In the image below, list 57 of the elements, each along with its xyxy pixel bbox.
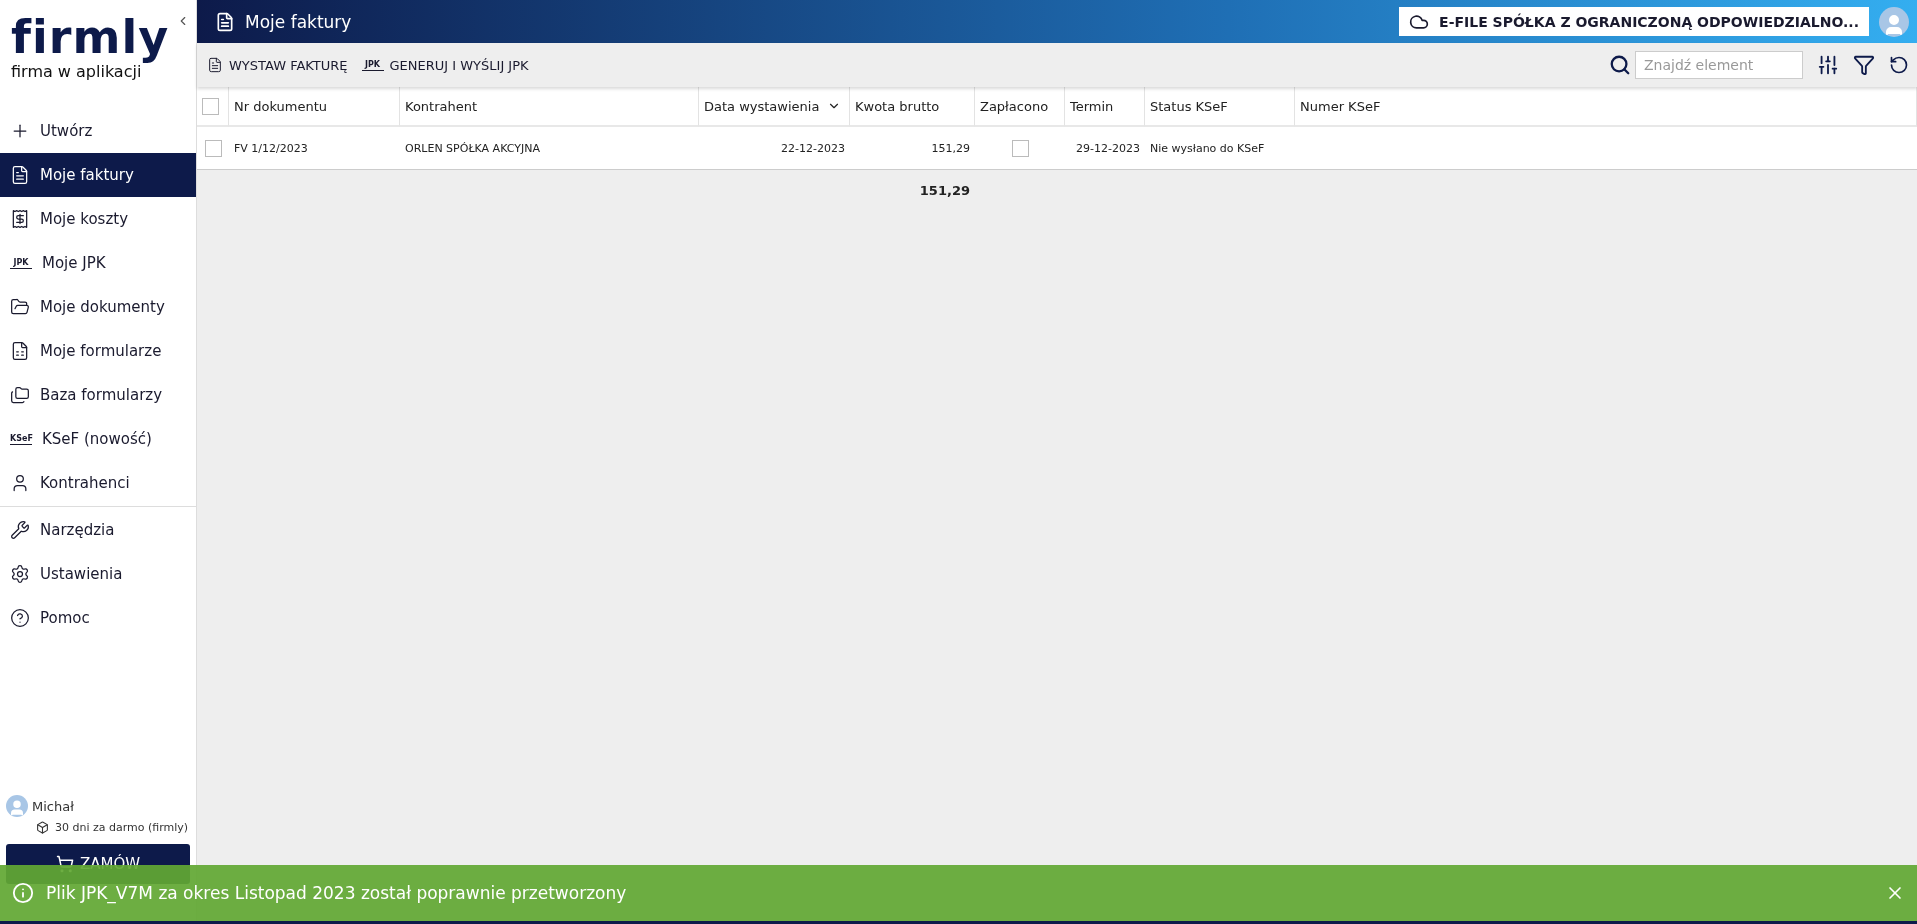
table-cell: Nie wysłano do KSeF (1145, 127, 1295, 170)
document-icon (215, 11, 235, 32)
company-selector[interactable]: E-FILE SPÓŁKA Z OGRANICZONĄ ODPOWIEDZIALNO... (1399, 7, 1869, 36)
column-header[interactable]: Nr dokumentu (229, 87, 400, 127)
box-icon (36, 821, 49, 834)
sidebar-item[interactable]: Moje dokumenty (0, 285, 196, 329)
help-icon (10, 608, 30, 628)
column-header[interactable]: Kontrahent (400, 87, 699, 127)
search-field[interactable]: Znajdź element (1635, 51, 1803, 79)
avatar-icon (6, 795, 28, 817)
sidebar-item[interactable]: Baza formularzy (0, 373, 196, 417)
sidebar-item[interactable]: Moje formularze (0, 329, 196, 373)
folders-icon (10, 385, 30, 405)
sidebar-item[interactable]: Moje koszty (0, 197, 196, 241)
document-icon (207, 57, 223, 73)
folder-icon (10, 297, 30, 317)
table-cell: 151,29 (850, 127, 975, 170)
total-amount: 151,29 (918, 181, 971, 200)
notification-message: Plik JPK_V7M za okres Listopad 2023 został poprawnie przetworzony (46, 883, 627, 903)
document-icon (10, 165, 30, 185)
checkbox[interactable] (1011, 139, 1029, 157)
sidebar-item[interactable]: Moje faktury (0, 153, 196, 197)
refresh-icon[interactable] (1889, 55, 1909, 75)
column-header[interactable]: Termin (1065, 87, 1145, 127)
filter-icon[interactable] (1853, 54, 1875, 76)
wrench-icon (10, 520, 30, 540)
toolbar-button[interactable]: JPK GENERUJ I WYŚLIJ JPK (359, 57, 531, 73)
settings-icon (10, 564, 30, 584)
column-header[interactable]: Status KSeF (1145, 87, 1295, 127)
info-icon (12, 882, 34, 904)
sidebar-item[interactable]: KSeF KSeF (nowość) (0, 417, 196, 461)
toolbar-button[interactable]: WYSTAW FAKTURĘ (205, 57, 350, 73)
column-header[interactable]: Data wystawienia (699, 87, 850, 127)
page-title: Moje faktury (245, 11, 352, 32)
sidebar-item[interactable]: Kontrahenci (0, 461, 196, 505)
table-cell: 22-12-2023 (699, 127, 850, 170)
table-cell: FV 1/12/2023 (229, 127, 400, 170)
user-name: Michał (32, 798, 74, 814)
column-header[interactable]: Kwota brutto (850, 87, 975, 127)
plan-label: 30 dni za darmo (firmly) (55, 821, 189, 834)
table-cell: ORLEN SPÓŁKA AKCYJNA (400, 127, 699, 170)
sidebar-item[interactable]: Pomoc (0, 596, 196, 640)
checkbox[interactable] (202, 97, 219, 115)
search-icon (1609, 54, 1631, 76)
column-header[interactable]: Zapłacono (975, 87, 1065, 127)
table-cell: 29-12-2023 (1065, 127, 1145, 170)
avatar-icon[interactable] (1879, 6, 1909, 37)
checkbox[interactable] (204, 139, 222, 157)
column-header[interactable]: Numer KSeF (1295, 87, 1917, 127)
form-icon (10, 341, 30, 361)
receipt-icon (10, 209, 30, 229)
sidebar-item[interactable]: Ustawienia (0, 552, 196, 596)
logo-tagline: firma w aplikacji (11, 62, 142, 81)
sidebar-item[interactable]: Narzędzia (0, 508, 196, 552)
sliders-icon[interactable] (1817, 54, 1839, 76)
sidebar-item[interactable]: Utwórz (0, 109, 196, 153)
sidebar-item[interactable]: JPK Moje JPK (0, 241, 196, 285)
